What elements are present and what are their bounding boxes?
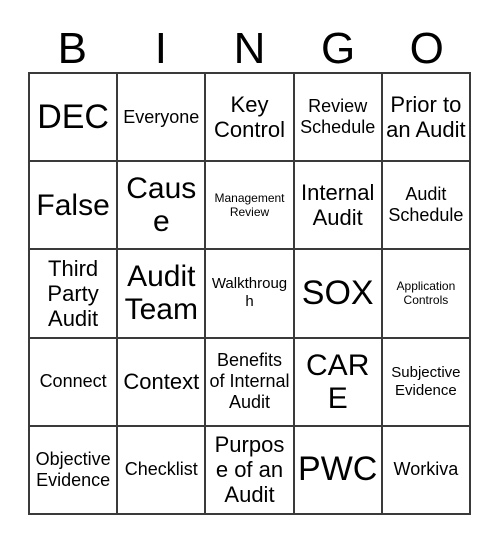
bingo-cell-i3[interactable]: Audit Team <box>118 250 207 339</box>
bingo-cell-label: CARE <box>306 348 370 415</box>
bingo-cell-label: Checklist <box>124 459 198 480</box>
bingo-cell-label: Management Review <box>214 191 285 220</box>
bingo-cell-g1[interactable]: Review Schedule <box>294 74 383 163</box>
bingo-cell-label: Everyone <box>123 106 200 127</box>
bingo-header-letter-n: N <box>233 24 266 73</box>
bingo-cell-o3[interactable]: Application Controls <box>382 250 471 339</box>
bingo-header-letter-g: G <box>320 24 356 73</box>
bingo-header-row: B I N G O <box>28 16 471 72</box>
bingo-cell-i2[interactable]: Cause <box>118 162 207 251</box>
bingo-cell-o2[interactable]: Audit Schedule <box>382 162 471 251</box>
bingo-cell-label: Objective Evidence <box>35 448 111 490</box>
bingo-cell-label: Cause <box>126 172 197 239</box>
bingo-cell-o1[interactable]: Prior to an Audit <box>382 74 471 163</box>
bingo-cell-label: False <box>36 188 110 222</box>
bingo-cell-b2[interactable]: False <box>30 162 119 251</box>
bingo-cell-i4[interactable]: Context <box>118 338 207 427</box>
bingo-cell-o4[interactable]: Subjective Evidence <box>382 338 471 427</box>
bingo-cell-label: Review Schedule <box>300 96 376 138</box>
bingo-grid: DEC Everyone Key Control Review Schedule… <box>28 72 471 515</box>
bingo-cell-label: Purpose of an Audit <box>214 432 285 508</box>
bingo-cell-label: Key Control <box>214 92 285 143</box>
bingo-cell-label: Subjective Evidence <box>391 363 461 399</box>
bingo-header-letter-o: O <box>409 24 444 73</box>
bingo-cell-label: PWC <box>298 450 378 489</box>
bingo-cell-g4[interactable]: CARE <box>294 338 383 427</box>
bingo-header-letter-b: B <box>57 24 87 73</box>
bingo-cell-label: SOX <box>301 273 374 312</box>
bingo-cell-label: Third Party Audit <box>47 255 99 331</box>
bingo-cell-label: Workiva <box>393 459 459 480</box>
bingo-cell-o5[interactable]: Workiva <box>382 426 471 515</box>
bingo-cell-label: Internal Audit <box>301 180 375 231</box>
bingo-cell-g3[interactable]: SOX <box>294 250 383 339</box>
bingo-cell-n1[interactable]: Key Control <box>206 74 295 163</box>
bingo-cell-i5[interactable]: Checklist <box>118 426 207 515</box>
bingo-cell-label: Benefits of Internal Audit <box>209 350 290 413</box>
bingo-header-letter-i: I <box>154 24 167 73</box>
bingo-cell-label: Prior to an Audit <box>386 92 466 143</box>
bingo-cell-n5[interactable]: Purpose of an Audit <box>206 426 295 515</box>
bingo-cell-b1[interactable]: DEC <box>30 74 119 163</box>
bingo-cell-b4[interactable]: Connect <box>30 338 119 427</box>
bingo-cell-label: Audit Schedule <box>388 184 464 226</box>
bingo-cell-label: DEC <box>37 97 109 136</box>
bingo-cell-n2[interactable]: Management Review <box>206 162 295 251</box>
bingo-cell-n4[interactable]: Benefits of Internal Audit <box>206 338 295 427</box>
bingo-cell-label: Connect <box>39 371 107 392</box>
bingo-cell-g5[interactable]: PWC <box>294 426 383 515</box>
bingo-cell-n3[interactable]: Walkthrough <box>206 250 295 339</box>
bingo-cell-g2[interactable]: Internal Audit <box>294 162 383 251</box>
bingo-cell-b3[interactable]: Third Party Audit <box>30 250 119 339</box>
bingo-cell-b5[interactable]: Objective Evidence <box>30 426 119 515</box>
bingo-cell-i1[interactable]: Everyone <box>118 74 207 163</box>
bingo-cell-label: Audit Team <box>124 260 198 327</box>
bingo-cell-label: Application Controls <box>396 279 456 308</box>
bingo-cell-label: Context <box>123 369 200 395</box>
bingo-cell-label: Walkthrough <box>211 275 288 311</box>
bingo-card: B I N G O DEC Everyone Key Control Revie… <box>0 0 500 544</box>
